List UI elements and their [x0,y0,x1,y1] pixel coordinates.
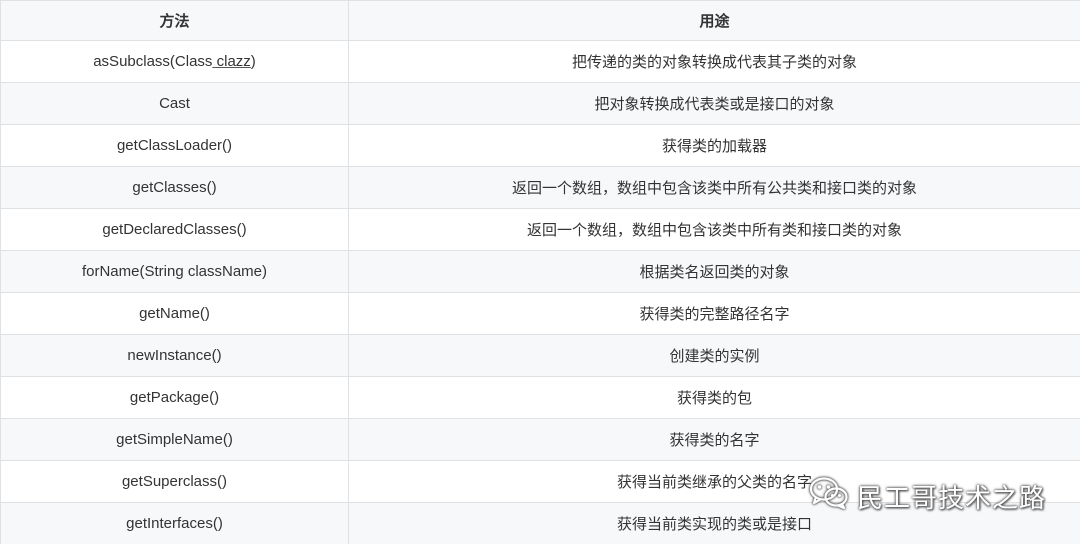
purpose-cell: 获得当前类继承的父类的名字 [348,460,1080,503]
method-cell: forName(String className) [0,250,349,293]
table-row: getDeclaredClasses() 返回一个数组，数组中包含该类中所有类和… [0,208,1080,251]
purpose-cell: 获得类的完整路径名字 [348,292,1080,335]
methods-table: 方法 用途 asSubclass(Class clazz) 把传递的类的对象转换… [0,0,1080,544]
method-cell: getClasses() [0,166,349,209]
purpose-cell: 返回一个数组，数组中包含该类中所有类和接口类的对象 [348,208,1080,251]
table-row: getClassLoader() 获得类的加载器 [0,124,1080,167]
table-row: getPackage() 获得类的包 [0,376,1080,419]
table-row: asSubclass(Class clazz) 把传递的类的对象转换成代表其子类… [0,40,1080,83]
method-cell: getClassLoader() [0,124,349,167]
purpose-cell: 把传递的类的对象转换成代表其子类的对象 [348,40,1080,83]
purpose-cell: 获得类的加载器 [348,124,1080,167]
method-cell: Cast [0,82,349,125]
table-row: Cast 把对象转换成代表类或是接口的对象 [0,82,1080,125]
purpose-cell: 返回一个数组，数组中包含该类中所有公共类和接口类的对象 [348,166,1080,209]
purpose-cell: 获得当前类实现的类或是接口 [348,502,1080,544]
table-body: asSubclass(Class clazz) 把传递的类的对象转换成代表其子类… [0,40,1080,544]
method-cell: getSimpleName() [0,418,349,461]
table-row: getClasses() 返回一个数组，数组中包含该类中所有公共类和接口类的对象 [0,166,1080,209]
header-method: 方法 [0,0,349,41]
table-row: newInstance() 创建类的实例 [0,334,1080,377]
purpose-cell: 获得类的包 [348,376,1080,419]
header-purpose: 用途 [348,0,1080,41]
method-name-param: clazz [212,53,251,70]
table-row: getSimpleName() 获得类的名字 [0,418,1080,461]
table-row: forName(String className) 根据类名返回类的对象 [0,250,1080,293]
table-row: getInterfaces() 获得当前类实现的类或是接口 [0,502,1080,544]
method-cell: getInterfaces() [0,502,349,544]
header-row: 方法 用途 [0,0,1080,41]
method-name-suffix: ) [250,53,256,70]
method-cell: asSubclass(Class clazz) [0,40,349,83]
table-row: getSuperclass() 获得当前类继承的父类的名字 [0,460,1080,503]
purpose-cell: 创建类的实例 [348,334,1080,377]
method-cell: newInstance() [0,334,349,377]
method-cell: getSuperclass() [0,460,349,503]
method-cell: getName() [0,292,349,335]
purpose-cell: 把对象转换成代表类或是接口的对象 [348,82,1080,125]
table-header: 方法 用途 [0,0,1080,41]
method-cell: getPackage() [0,376,349,419]
table-row: getName() 获得类的完整路径名字 [0,292,1080,335]
method-name-prefix: asSubclass(Class [93,53,213,70]
method-cell: getDeclaredClasses() [0,208,349,251]
purpose-cell: 根据类名返回类的对象 [348,250,1080,293]
purpose-cell: 获得类的名字 [348,418,1080,461]
